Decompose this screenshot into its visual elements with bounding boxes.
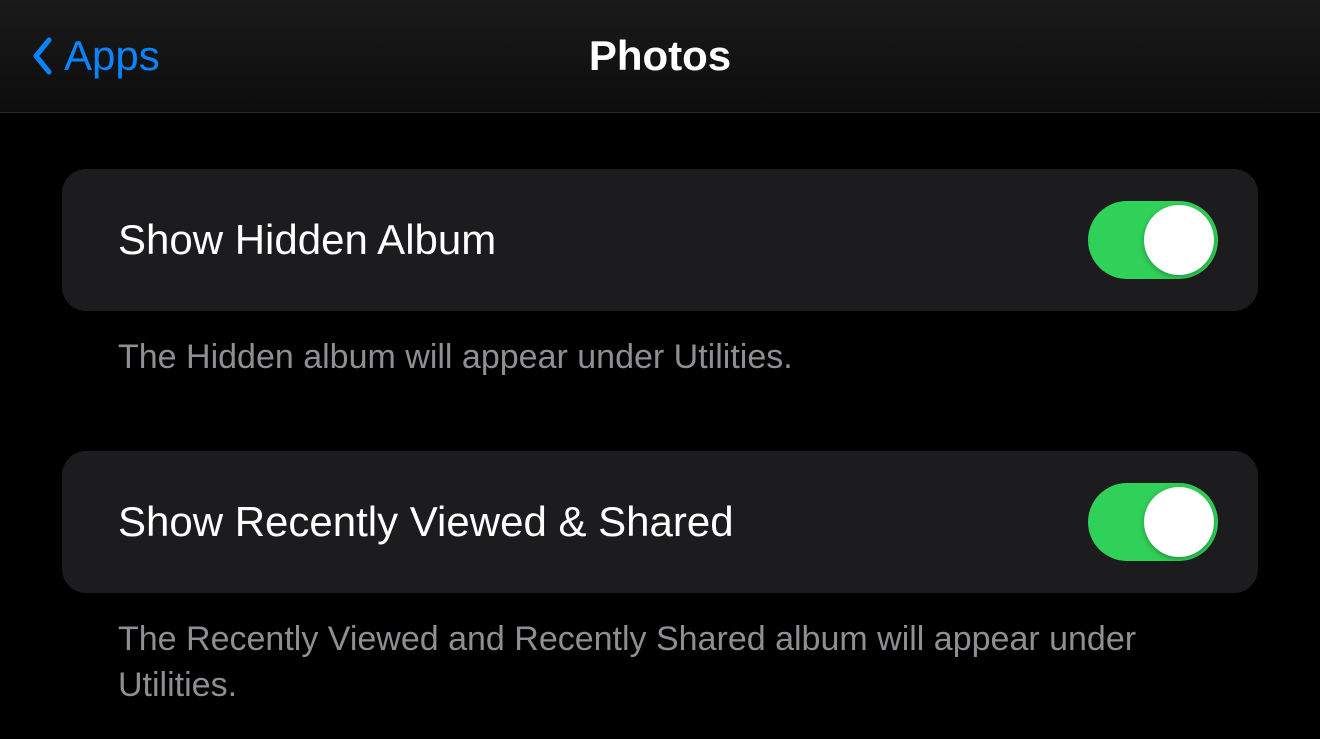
toggle-show-hidden-album[interactable]	[1088, 201, 1218, 279]
setting-group-recently-viewed: Show Recently Viewed & Shared The Recent…	[62, 451, 1258, 709]
back-button[interactable]: Apps	[0, 32, 160, 80]
navigation-bar: Apps Photos	[0, 0, 1320, 113]
toggle-thumb	[1144, 205, 1214, 275]
setting-cell-show-hidden-album: Show Hidden Album	[62, 169, 1258, 311]
toggle-show-recently-viewed-shared[interactable]	[1088, 483, 1218, 561]
setting-group-hidden: Show Hidden Album The Hidden album will …	[62, 169, 1258, 381]
setting-label: Show Recently Viewed & Shared	[118, 498, 734, 546]
chevron-left-icon	[28, 34, 56, 78]
page-title: Photos	[589, 32, 731, 80]
back-label: Apps	[64, 32, 160, 80]
setting-footer: The Hidden album will appear under Utili…	[62, 311, 1258, 381]
setting-footer: The Recently Viewed and Recently Shared …	[62, 593, 1258, 709]
setting-label: Show Hidden Album	[118, 216, 496, 264]
setting-cell-show-recently-viewed-shared: Show Recently Viewed & Shared	[62, 451, 1258, 593]
settings-list: Show Hidden Album The Hidden album will …	[0, 113, 1320, 709]
toggle-thumb	[1144, 487, 1214, 557]
